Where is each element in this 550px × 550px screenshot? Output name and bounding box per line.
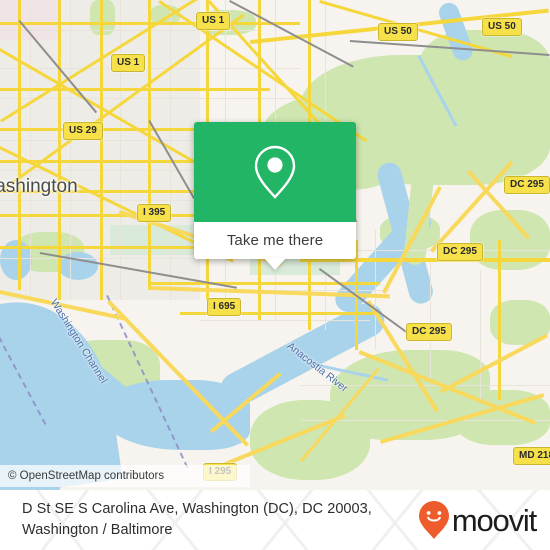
map-pin-icon: [254, 145, 296, 199]
moovit-smiley-pin-icon: [418, 501, 449, 539]
take-me-there-card[interactable]: Take me there: [194, 122, 356, 270]
road-shield-us50-a: US 50: [378, 23, 418, 41]
moovit-logo[interactable]: moovit: [418, 501, 537, 539]
road-shield-us50-b: US 50: [482, 18, 522, 36]
road-shield-us1-b: US 1: [111, 54, 146, 72]
road-shield-dc295-c: DC 295: [406, 323, 452, 341]
map-attribution[interactable]: © OpenStreetMap contributors: [0, 465, 250, 487]
road-shield-md218: MD 218: [513, 447, 550, 465]
water-label-washington-channel: Washington Channel: [47, 297, 110, 386]
moovit-wordmark: moovit: [451, 502, 537, 538]
water-label-anacostia-river: Anacostia River: [284, 340, 350, 395]
take-me-there-label: Take me there: [226, 232, 324, 249]
location-address: D St SE S Carolina Ave, Washington (DC),…: [22, 501, 372, 538]
road-shield-us1-a: US 1: [196, 12, 231, 30]
card-pointer-tail: [264, 258, 286, 270]
card-icon-area: [194, 122, 356, 222]
road-shield-us29: US 29: [63, 122, 103, 140]
card-action-area[interactable]: Take me there: [194, 222, 356, 270]
place-label-washington: Washington: [0, 176, 78, 197]
footer-bar: D St SE S Carolina Ave, Washington (DC),…: [0, 490, 550, 550]
road-shield-i695: I 695: [207, 298, 242, 316]
road-shield-dc295-b: DC 295: [437, 243, 483, 261]
map-canvas[interactable]: Washington Washington Channel Anacostia …: [0, 0, 550, 490]
road-shield-dc295-a: DC 295: [504, 176, 550, 194]
road-shield-i395: I 395: [137, 204, 172, 222]
moovit-map-screenshot: Washington Washington Channel Anacostia …: [0, 0, 550, 550]
attribution-text: © OpenStreetMap contributors: [8, 470, 165, 482]
